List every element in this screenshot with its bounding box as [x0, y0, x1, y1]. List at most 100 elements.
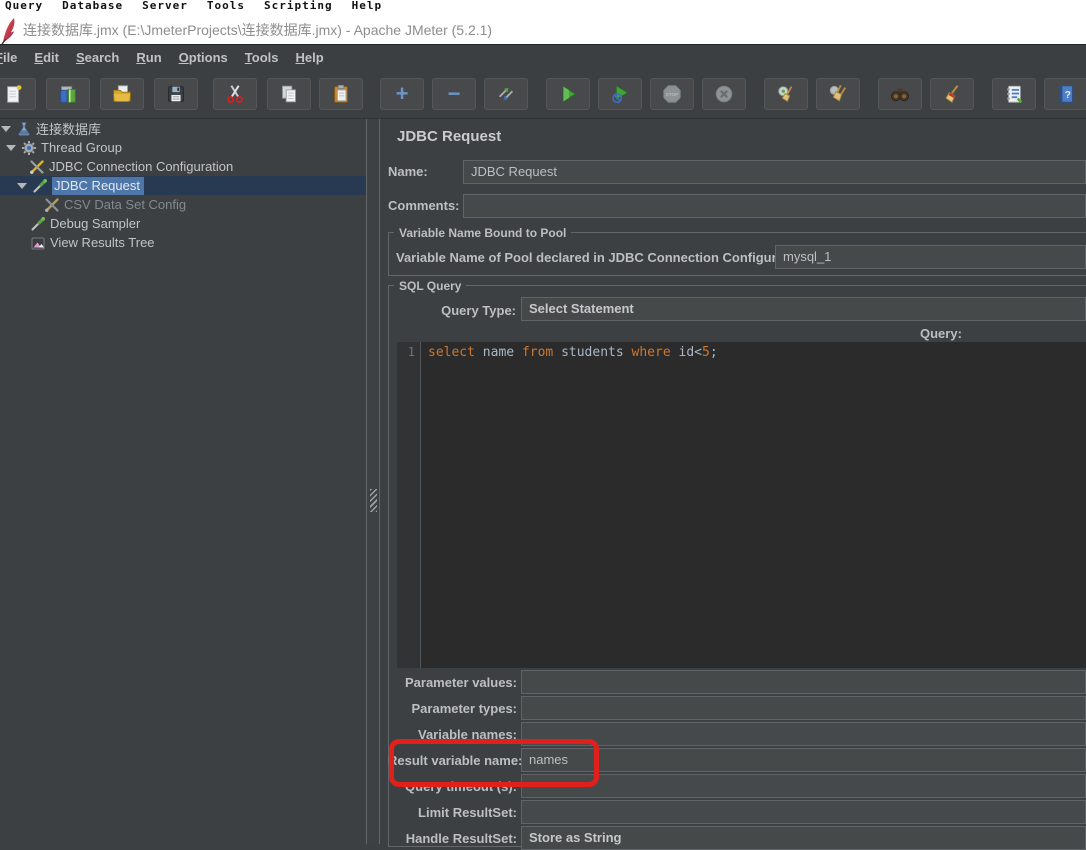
clear-search-button[interactable]	[930, 78, 974, 110]
save-button[interactable]	[154, 78, 198, 110]
menu-help[interactable]: Help	[295, 50, 323, 65]
parameter-types-label: Parameter types:	[411, 701, 518, 716]
query-timeout-input[interactable]	[521, 774, 1086, 798]
expand-arrow-icon[interactable]	[17, 182, 27, 189]
result-variable-name-input[interactable]: names	[521, 748, 1086, 772]
help-button[interactable]: ?	[1044, 78, 1086, 110]
add-button[interactable]: +	[380, 78, 424, 110]
bg-menu-database[interactable]: Database	[62, 0, 123, 11]
bg-menu-server[interactable]: Server	[142, 0, 188, 11]
toggle-arrows-icon	[498, 87, 514, 101]
sampler-dropper-icon	[33, 178, 47, 192]
query-type-select[interactable]: Select Statement	[521, 297, 1086, 321]
sql-punctuation: ;	[709, 345, 718, 360]
help-book-icon: ?	[1059, 85, 1073, 103]
parameter-types-input[interactable]	[521, 696, 1086, 720]
sql-identifier: name	[482, 345, 522, 360]
function-helper-button[interactable]	[992, 78, 1036, 110]
tree-item-label: Debug Sampler	[50, 216, 141, 231]
search-button[interactable]	[878, 78, 922, 110]
sql-code-line[interactable]: select name from students where id<5;	[428, 344, 718, 361]
sql-identifier: id<	[678, 345, 702, 360]
query-type-label: Query Type:	[441, 303, 516, 318]
sql-editor[interactable]: 1 select name from students where id<5;	[397, 342, 1086, 668]
menu-options[interactable]: Options	[179, 50, 228, 65]
query-timeout-label: Query timeout (s):	[405, 779, 517, 794]
clear-gear-broom-icon	[778, 86, 793, 103]
tree-item-label: CSV Data Set Config	[64, 197, 187, 212]
comments-input[interactable]	[463, 194, 1086, 218]
clear-all-button[interactable]	[816, 78, 860, 110]
templates-icon	[60, 86, 76, 103]
tree-item-thread-group[interactable]: Thread Group	[0, 138, 368, 157]
tree-item-jdbc-request[interactable]: JDBC Request	[0, 176, 368, 195]
results-chart-icon	[31, 237, 45, 249]
splitter-grip-icon[interactable]	[370, 489, 377, 512]
clear-button[interactable]	[764, 78, 808, 110]
bg-menu-query[interactable]: Query	[5, 0, 43, 11]
panel-splitter[interactable]	[366, 119, 380, 844]
copy-icon	[282, 85, 296, 103]
limit-resultset-label: Limit ResultSet:	[418, 805, 517, 820]
bg-menu-help[interactable]: Help	[352, 0, 383, 11]
menu-search[interactable]: Search	[76, 50, 119, 65]
tree-item-csv-data-set-config[interactable]: CSV Data Set Config	[0, 195, 368, 214]
query-label: Query:	[920, 326, 962, 341]
search-binoculars-icon	[891, 88, 909, 102]
variable-names-input[interactable]	[521, 722, 1086, 746]
new-file-button[interactable]	[0, 78, 36, 110]
tree-item-label: View Results Tree	[50, 235, 155, 250]
sql-number: 5	[701, 345, 710, 360]
plus-icon: +	[395, 81, 409, 106]
sampler-dropper-icon	[31, 216, 45, 230]
menu-edit[interactable]: Edit	[34, 50, 59, 65]
toggle-button[interactable]	[484, 78, 528, 110]
stop-sign-icon: STOP	[663, 85, 681, 103]
name-input[interactable]: JDBC Request	[463, 160, 1086, 184]
open-folder-icon	[113, 85, 131, 102]
sql-keyword: from	[521, 345, 562, 360]
jmeter-feather-icon	[1, 18, 15, 45]
pool-groupbox-title: Variable Name Bound to Pool	[394, 226, 572, 240]
svg-text:?: ?	[1065, 90, 1071, 101]
menu-tools[interactable]: Tools	[245, 50, 279, 65]
pool-variable-input[interactable]: mysql_1	[775, 245, 1086, 269]
background-window-menubar: Query Database Server Tools Scripting He…	[0, 0, 1086, 12]
tree-item-label: Thread Group	[41, 140, 122, 155]
menu-run[interactable]: Run	[136, 50, 161, 65]
start-button[interactable]	[546, 78, 590, 110]
expand-arrow-icon[interactable]	[1, 125, 11, 132]
menu-file[interactable]: File	[0, 50, 17, 65]
limit-resultset-input[interactable]	[521, 800, 1086, 824]
sql-query-groupbox-title: SQL Query	[394, 279, 467, 293]
tree-item-jdbc-connection-configuration[interactable]: JDBC Connection Configuration	[0, 157, 368, 176]
result-variable-name-label: Result variable name:	[388, 753, 523, 768]
expand-arrow-icon[interactable]	[6, 144, 16, 151]
tree-item-view-results-tree[interactable]: View Results Tree	[0, 233, 368, 252]
sql-keyword: select	[428, 345, 483, 360]
tree-item-test-plan[interactable]: 连接数据库	[0, 119, 368, 138]
handle-resultset-select[interactable]: Store as String	[521, 826, 1086, 850]
start-no-pauses-button[interactable]	[598, 78, 642, 110]
cut-scissors-icon	[227, 85, 243, 103]
paste-button[interactable]	[319, 78, 363, 110]
parameter-values-label: Parameter values:	[404, 675, 517, 690]
tree-item-label: JDBC Request	[52, 176, 144, 195]
copy-button[interactable]	[267, 78, 311, 110]
bg-menu-tools[interactable]: Tools	[207, 0, 245, 11]
menu-bar: File Edit Search Run Options Tools Help	[0, 44, 1086, 70]
minus-icon: −	[447, 81, 461, 106]
open-file-button[interactable]	[100, 78, 144, 110]
thread-group-gear-icon	[22, 140, 36, 155]
tree-item-debug-sampler[interactable]: Debug Sampler	[0, 214, 368, 233]
editor-gutter: 1	[397, 342, 421, 668]
config-tools-icon	[45, 197, 59, 212]
templates-button[interactable]	[46, 78, 90, 110]
remove-button[interactable]: −	[432, 78, 476, 110]
cut-button[interactable]	[213, 78, 257, 110]
bg-menu-scripting[interactable]: Scripting	[264, 0, 333, 11]
clear-all-gear-brooms-icon	[829, 84, 847, 102]
parameter-values-input[interactable]	[521, 670, 1086, 694]
config-tools-icon	[30, 159, 44, 174]
pool-variable-label: Variable Name of Pool declared in JDBC C…	[396, 250, 813, 265]
